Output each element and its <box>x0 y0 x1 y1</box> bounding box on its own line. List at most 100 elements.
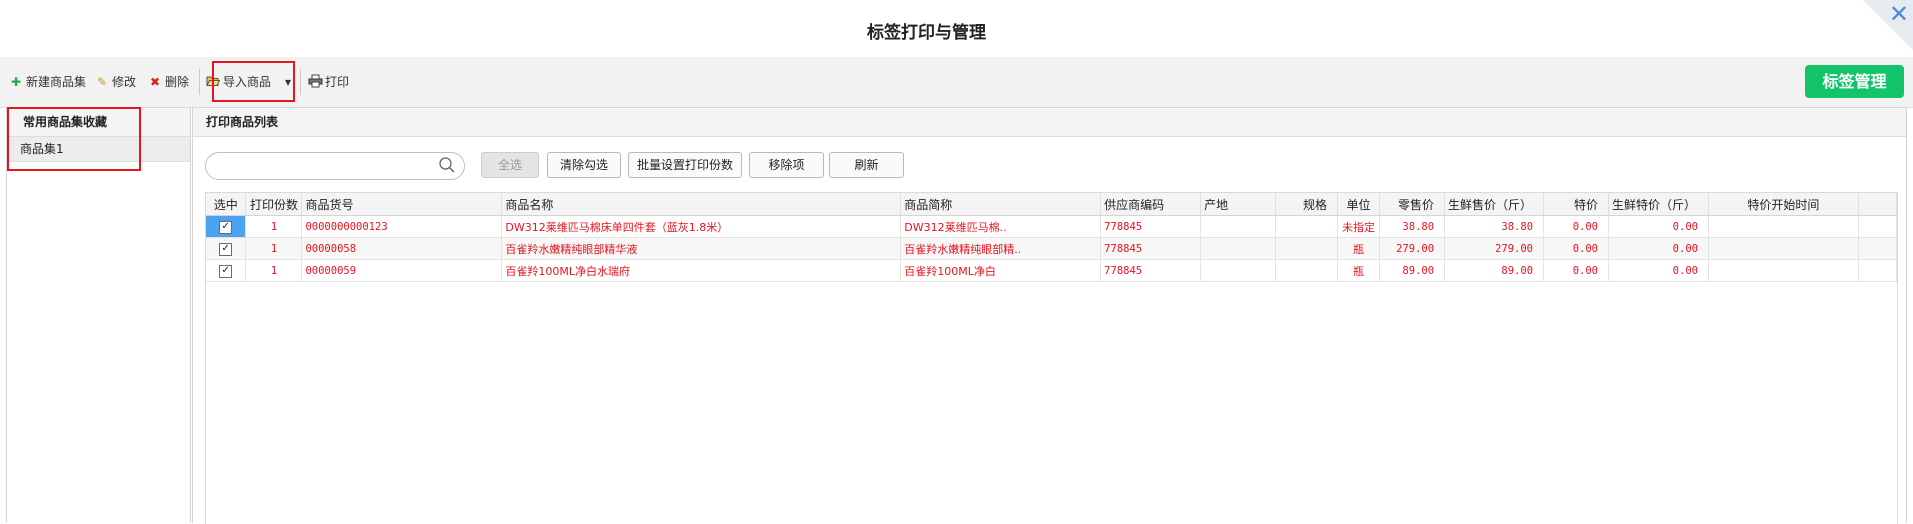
favorites-panel-header: 常用商品集收藏 <box>7 108 190 137</box>
col-header-sku[interactable]: 商品货号 <box>301 193 503 216</box>
spec-cell <box>1275 237 1339 260</box>
title-bar: 标签打印与管理 ✕ <box>0 0 1913 57</box>
table-row[interactable]: ✓ 1 0000000000123 DW312莱维匹马棉床单四件套（蓝灰1.8米… <box>206 215 1897 238</box>
row-select-cell[interactable]: ✓ <box>206 215 247 238</box>
supplier-code-cell: 778845 <box>1100 259 1202 282</box>
row-select-cell[interactable]: ✓ <box>206 237 247 260</box>
table-row[interactable]: ✓ 1 00000059 百雀羚100ML净白水瑞府 百雀羚100ML净白 77… <box>206 259 1897 282</box>
row-checkbox-checked[interactable]: ✓ <box>219 242 233 256</box>
special-price-cell: 0.00 <box>1543 215 1609 238</box>
remove-item-button[interactable]: 移除项 <box>749 152 824 178</box>
fresh-special-price-cell: 0.00 <box>1608 259 1709 282</box>
new-product-set-button[interactable]: ✚ 新建商品集 <box>9 71 86 93</box>
col-header-special-price[interactable]: 特价 <box>1543 193 1609 216</box>
filler-cell <box>1858 215 1897 238</box>
unit-cell: 瓶 <box>1337 259 1381 282</box>
clear-selection-button[interactable]: 清除勾选 <box>547 152 621 178</box>
print-label: 打印 <box>325 75 350 89</box>
col-header-supplier-code[interactable]: 供应商编码 <box>1100 193 1202 216</box>
spec-cell <box>1275 215 1339 238</box>
delete-label: 删除 <box>165 75 190 89</box>
plus-icon: ✚ <box>10 75 22 89</box>
toolbar: ✚ 新建商品集 ✎ 修改 ✖ 删除 导入商品 ▾ 打印 标签管理 <box>0 57 1913 108</box>
col-header-fresh-price[interactable]: 生鲜售价（斤） <box>1444 193 1545 216</box>
product-table: 选中 打印份数 商品货号 商品名称 商品简称 供应商编码 产地 规格 单位 零售… <box>206 193 1897 282</box>
print-list-panel: 打印商品列表 全选 清除勾选 批量设置打印份数 移除项 刷新 选中 打印份数 商… <box>192 107 1907 524</box>
row-checkbox-checked[interactable]: ✓ <box>219 221 233 234</box>
refresh-button[interactable]: 刷新 <box>829 152 904 178</box>
row-select-cell[interactable]: ✓ <box>206 259 247 282</box>
select-all-button[interactable]: 全选 <box>481 152 539 178</box>
toolbar-separator <box>199 69 200 95</box>
name-cell: 百雀羚100ML净白水瑞府 <box>501 259 902 282</box>
name-cell: 百雀羚水嫩精纯眼部精华液 <box>501 237 902 260</box>
special-start-time-cell <box>1708 237 1859 260</box>
col-header-special-start-time[interactable]: 特价开始时间 <box>1708 193 1859 216</box>
edit-label: 修改 <box>112 75 137 89</box>
special-start-time-cell <box>1708 259 1859 282</box>
special-price-cell: 0.00 <box>1543 237 1609 260</box>
col-header-fresh-special-price[interactable]: 生鲜特价（斤） <box>1608 193 1709 216</box>
retail-price-cell: 279.00 <box>1379 237 1446 260</box>
sku-cell: 0000000000123 <box>301 215 503 238</box>
sku-cell: 00000059 <box>301 259 503 282</box>
unit-cell: 瓶 <box>1337 237 1381 260</box>
col-header-unit[interactable]: 单位 <box>1337 193 1381 216</box>
table-row[interactable]: ✓ 1 00000058 百雀羚水嫩精纯眼部精华液 百雀羚水嫩精纯眼部精.. 7… <box>206 237 1897 260</box>
copies-cell[interactable]: 1 <box>245 259 303 282</box>
origin-cell <box>1200 259 1277 282</box>
fresh-price-cell: 89.00 <box>1444 259 1545 282</box>
search-box <box>205 152 465 180</box>
filler-cell <box>1858 237 1897 260</box>
fresh-price-cell: 279.00 <box>1444 237 1545 260</box>
origin-cell <box>1200 215 1277 238</box>
print-list-header: 打印商品列表 <box>193 108 1906 137</box>
table-header-row: 选中 打印份数 商品货号 商品名称 商品简称 供应商编码 产地 规格 单位 零售… <box>206 193 1897 216</box>
edit-button[interactable]: ✎ 修改 <box>95 71 136 93</box>
import-products-button[interactable]: 导入商品 <box>206 71 271 93</box>
print-product-table: 选中 打印份数 商品货号 商品名称 商品简称 供应商编码 产地 规格 单位 零售… <box>205 192 1898 524</box>
copies-cell[interactable]: 1 <box>245 237 303 260</box>
col-header-spec[interactable]: 规格 <box>1275 193 1339 216</box>
folder-open-icon <box>206 71 221 93</box>
supplier-code-cell: 778845 <box>1100 215 1202 238</box>
origin-cell <box>1200 237 1277 260</box>
row-checkbox-checked[interactable]: ✓ <box>219 264 233 278</box>
import-products-label: 导入商品 <box>223 75 272 89</box>
delete-button[interactable]: ✖ 删除 <box>148 71 189 93</box>
delete-x-icon: ✖ <box>149 75 161 89</box>
product-set-item[interactable]: 商品集1 <box>7 137 190 162</box>
close-icon[interactable]: ✕ <box>1889 0 1909 28</box>
new-product-set-label: 新建商品集 <box>26 75 87 89</box>
col-header-filler <box>1858 193 1897 216</box>
window-title: 标签打印与管理 <box>867 23 986 43</box>
col-header-copies[interactable]: 打印份数 <box>245 193 303 216</box>
printer-icon <box>308 71 323 93</box>
search-icon[interactable] <box>438 156 456 174</box>
import-dropdown-chevron-down-icon[interactable]: ▾ <box>285 71 291 93</box>
pencil-icon: ✎ <box>96 75 108 89</box>
col-header-retail-price[interactable]: 零售价 <box>1379 193 1446 216</box>
special-start-time-cell <box>1708 215 1859 238</box>
fresh-special-price-cell: 0.00 <box>1608 237 1709 260</box>
sku-cell: 00000058 <box>301 237 503 260</box>
print-button[interactable]: 打印 <box>308 71 349 93</box>
col-header-name[interactable]: 商品名称 <box>501 193 902 216</box>
short-name-cell: DW312莱维匹马棉.. <box>900 215 1102 238</box>
toolbar-separator <box>300 69 301 95</box>
unit-cell: 未指定 <box>1337 215 1381 238</box>
retail-price-cell: 89.00 <box>1379 259 1446 282</box>
search-input[interactable] <box>216 156 430 176</box>
name-cell: DW312莱维匹马棉床单四件套（蓝灰1.8米） <box>501 215 902 238</box>
retail-price-cell: 38.80 <box>1379 215 1446 238</box>
col-header-origin[interactable]: 产地 <box>1200 193 1277 216</box>
filler-cell <box>1858 259 1897 282</box>
batch-set-copies-button[interactable]: 批量设置打印份数 <box>628 152 742 178</box>
tag-management-button[interactable]: 标签管理 <box>1805 65 1904 98</box>
fresh-special-price-cell: 0.00 <box>1608 215 1709 238</box>
short-name-cell: 百雀羚水嫩精纯眼部精.. <box>900 237 1102 260</box>
col-header-short-name[interactable]: 商品简称 <box>900 193 1102 216</box>
short-name-cell: 百雀羚100ML净白 <box>900 259 1102 282</box>
copies-cell[interactable]: 1 <box>245 215 303 238</box>
col-header-select[interactable]: 选中 <box>206 193 247 216</box>
